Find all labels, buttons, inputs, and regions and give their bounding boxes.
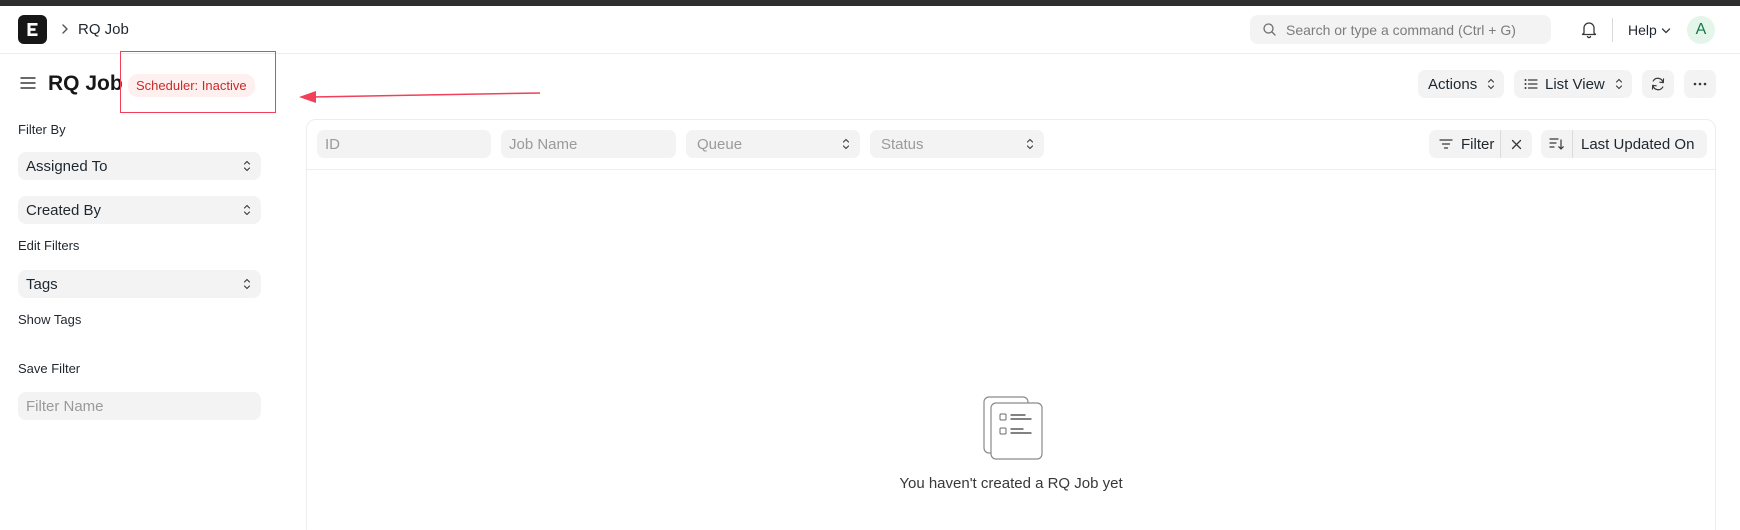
tags-label: Tags — [26, 276, 58, 293]
close-icon — [1511, 139, 1522, 150]
list-filter-bar: Queue Status Filter — [307, 120, 1715, 170]
search-icon — [1263, 23, 1276, 36]
save-filter-heading: Save Filter — [18, 361, 81, 376]
refresh-button[interactable] — [1642, 70, 1674, 98]
sort-field-button[interactable]: Last Updated On — [1573, 130, 1707, 158]
select-arrows-icon — [1487, 78, 1495, 90]
filter-by-heading: Filter By — [18, 122, 66, 137]
app-logo[interactable] — [18, 15, 47, 44]
sort-descending-icon — [1549, 138, 1564, 150]
select-arrows-icon — [1615, 78, 1623, 90]
search-placeholder: Search or type a command (Ctrl + G) — [1286, 22, 1516, 38]
job-name-filter-input[interactable] — [501, 130, 676, 158]
queue-filter-select[interactable]: Queue — [686, 130, 860, 158]
list-panel: Queue Status Filter — [306, 119, 1716, 530]
avatar[interactable]: A — [1687, 16, 1715, 44]
chevron-down-icon[interactable] — [1661, 27, 1671, 35]
annotation-arrow-icon — [299, 91, 541, 103]
filter-label: Filter — [1461, 136, 1495, 153]
clear-filters-button[interactable] — [1501, 130, 1532, 158]
sort-direction-button[interactable] — [1541, 130, 1572, 158]
sort-button-group: Last Updated On — [1541, 130, 1707, 158]
select-arrows-icon — [243, 278, 251, 290]
select-arrows-icon — [842, 138, 850, 150]
filter-name-input[interactable] — [18, 392, 261, 420]
list-view-button[interactable]: List View — [1514, 70, 1632, 98]
created-by-label: Created By — [26, 202, 102, 219]
select-arrows-icon — [1026, 138, 1034, 150]
edit-filters-link[interactable]: Edit Filters — [18, 238, 79, 253]
id-filter-input[interactable] — [317, 130, 491, 158]
list-view-label: List View — [1545, 76, 1605, 93]
status-filter-label: Status — [881, 136, 924, 153]
actions-label: Actions — [1428, 76, 1478, 93]
help-menu[interactable]: Help — [1628, 22, 1657, 38]
list-icon — [1524, 79, 1538, 89]
logo-e-icon — [27, 23, 38, 36]
created-by-filter[interactable]: Created By — [18, 196, 261, 224]
filter-icon — [1439, 139, 1453, 149]
sidebar-toggle-icon[interactable] — [20, 76, 36, 90]
search-bar[interactable]: Search or type a command (Ctrl + G) — [1250, 15, 1551, 44]
notification-bell-icon[interactable] — [1580, 20, 1598, 39]
empty-state-message: You haven't created a RQ Job yet — [899, 475, 1123, 492]
filter-button-group: Filter — [1429, 130, 1532, 158]
select-arrows-icon — [243, 160, 251, 172]
page-title: RQ Job — [48, 72, 123, 95]
queue-filter-label: Queue — [697, 136, 743, 153]
navbar-divider — [1612, 18, 1613, 42]
refresh-icon — [1651, 77, 1665, 91]
annotation-highlight-box — [120, 51, 276, 113]
tags-filter[interactable]: Tags — [18, 270, 261, 298]
show-tags-link[interactable]: Show Tags — [18, 312, 81, 327]
more-options-button[interactable] — [1684, 70, 1716, 98]
assigned-to-filter[interactable]: Assigned To — [18, 152, 261, 180]
actions-button[interactable]: Actions — [1418, 70, 1504, 98]
navbar: RQ Job Search or type a command (Ctrl + … — [0, 6, 1740, 54]
more-horizontal-icon — [1693, 82, 1707, 86]
empty-list-icon — [983, 396, 1043, 460]
breadcrumb-chevron-icon — [62, 24, 68, 34]
filter-button[interactable]: Filter — [1429, 130, 1500, 158]
sort-field-label: Last Updated On — [1581, 136, 1695, 153]
breadcrumb-rq-job[interactable]: RQ Job — [78, 21, 129, 38]
select-arrows-icon — [243, 204, 251, 216]
status-filter-select[interactable]: Status — [870, 130, 1044, 158]
assigned-to-label: Assigned To — [26, 158, 108, 175]
